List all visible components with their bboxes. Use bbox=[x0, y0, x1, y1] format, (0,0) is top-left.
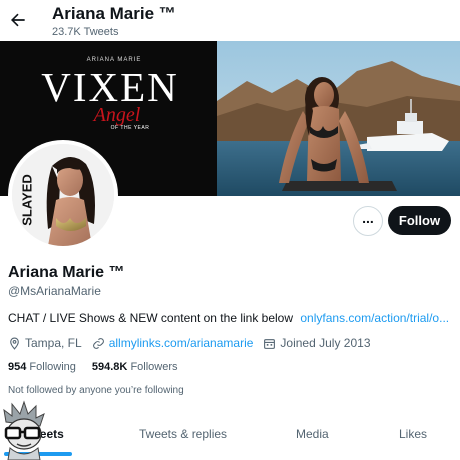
following-count[interactable]: 954 Following bbox=[8, 360, 76, 374]
link-icon bbox=[92, 337, 104, 349]
banner-top-text: ARIANA MARIE bbox=[86, 57, 142, 63]
header-title-group: Ariana Marie ™ 23.7K Tweets bbox=[52, 4, 176, 39]
location-pin-icon bbox=[10, 337, 19, 350]
website-link[interactable]: allmylinks.com/arianamarie bbox=[109, 335, 254, 351]
profile-handle: @MsArianaMarie bbox=[8, 284, 101, 298]
location-text: Tampa, FL bbox=[25, 336, 82, 350]
profile-name: Ariana Marie ™ bbox=[8, 264, 125, 281]
profile-avatar[interactable]: SLAYED bbox=[8, 140, 118, 250]
banner-award-script: Angel bbox=[93, 104, 141, 126]
meta-website[interactable]: allmylinks.com/arianamarie bbox=[92, 335, 254, 351]
more-options-button[interactable]: ... bbox=[353, 206, 383, 236]
followers-label: Followers bbox=[130, 361, 178, 373]
avatar-photo: SLAYED bbox=[12, 144, 114, 246]
slayed-text: SLAYED bbox=[19, 174, 34, 226]
arrow-left-icon[interactable] bbox=[8, 10, 28, 30]
calendar-icon bbox=[264, 338, 276, 349]
joined-text: Joined July 2013 bbox=[280, 336, 371, 350]
follow-button[interactable]: Follow bbox=[388, 206, 451, 235]
tab-tweets-replies[interactable]: Tweets & replies bbox=[139, 426, 227, 442]
meta-location: Tampa, FL bbox=[8, 335, 82, 351]
following-label: Following bbox=[29, 361, 76, 373]
follow-counts: 954 Following 594.8K Followers bbox=[8, 360, 194, 374]
profile-bio: CHAT / LIVE Shows & NEW content on the l… bbox=[8, 310, 460, 326]
following-number: 954 bbox=[8, 361, 27, 373]
header-title: Ariana Marie ™ bbox=[52, 4, 176, 23]
more-horizontal-icon: ... bbox=[362, 210, 374, 226]
slayed-overlay: SLAYED bbox=[19, 174, 34, 226]
tab-media[interactable]: Media bbox=[296, 426, 329, 442]
followers-number: 594.8K bbox=[91, 361, 128, 373]
followers-count[interactable]: 594.8K Followers bbox=[92, 360, 178, 374]
banner-award-sub: OF THE YEAR bbox=[110, 125, 150, 131]
meta-joined: Joined July 2013 bbox=[263, 335, 371, 351]
bio-link[interactable]: onlyfans.com/action/trial/o... bbox=[300, 311, 449, 325]
not-followed-note: Not followed by anyone you’re following bbox=[8, 385, 184, 396]
bio-text: CHAT / LIVE Shows & NEW content on the l… bbox=[8, 311, 294, 325]
profile-meta: Tampa, FL allmylinks.com/arianamarie Joi… bbox=[8, 335, 381, 351]
profile-header-bar: Ariana Marie ™ 23.7K Tweets bbox=[0, 0, 460, 41]
banner-photo bbox=[217, 41, 460, 196]
tab-likes[interactable]: Likes bbox=[399, 426, 427, 442]
profile-tabs: Tweets Tweets & replies Media Likes bbox=[0, 418, 460, 460]
tweet-count: 23.7K Tweets bbox=[52, 26, 119, 38]
mascot-watermark-icon bbox=[3, 400, 45, 460]
